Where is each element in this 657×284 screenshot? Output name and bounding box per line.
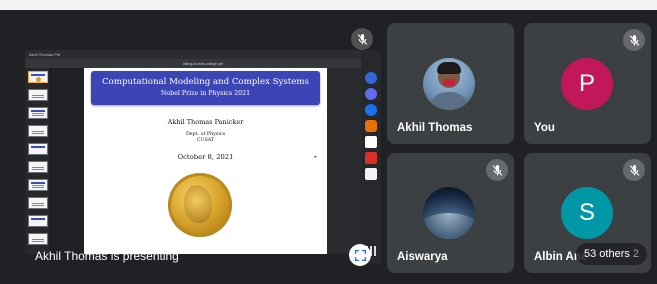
participant-photo bbox=[423, 58, 475, 110]
slide-thumbnail bbox=[28, 143, 48, 155]
slide-author: Akhil Thomas Panicker bbox=[167, 118, 244, 126]
slide-title: Computational Modeling and Complex Syste… bbox=[102, 77, 309, 87]
medal-portrait bbox=[184, 185, 212, 223]
participant-name: Akhil Thomas bbox=[397, 122, 473, 134]
pdf-filename: listing-thomas-college.pdf bbox=[183, 61, 223, 66]
slide-thumbnail bbox=[28, 215, 48, 227]
app-icon bbox=[365, 104, 377, 116]
slide-dept-line2: CUSAT bbox=[196, 138, 215, 143]
chrome-icon bbox=[365, 120, 377, 132]
slide-thumbnail bbox=[28, 179, 48, 191]
slide-thumbnail bbox=[28, 233, 48, 245]
app-sidebar bbox=[361, 50, 381, 264]
app-icon bbox=[365, 168, 377, 180]
avatar-letter: S bbox=[578, 199, 595, 226]
fullscreen-button[interactable] bbox=[349, 244, 371, 266]
app-icon bbox=[365, 72, 377, 84]
participant-name: Aiswarya bbox=[397, 251, 448, 263]
slide-thumbnail bbox=[28, 197, 48, 209]
participant-tile-aiswarya[interactable]: Aiswarya bbox=[387, 153, 514, 273]
slide-thumbnail bbox=[28, 71, 48, 83]
slide-thumbnails bbox=[25, 68, 51, 254]
avatar-letter: P bbox=[578, 70, 595, 97]
app-icon bbox=[365, 152, 377, 164]
slide-thumbnail bbox=[28, 107, 48, 119]
slide-department: Dept. of Physics CUSAT bbox=[84, 132, 327, 144]
participant-tile-you[interactable]: P You bbox=[524, 23, 651, 144]
app-icon bbox=[365, 88, 377, 100]
mic-off-icon bbox=[351, 28, 373, 50]
shared-window-titlebar: Akhil Thomas Pdf bbox=[25, 50, 381, 59]
viewer-margin bbox=[327, 68, 361, 254]
participant-tile-albin[interactable]: S Albin Ane 53 others 2 bbox=[524, 153, 651, 273]
mic-off-icon bbox=[623, 159, 645, 181]
participant-photo bbox=[423, 187, 475, 239]
mic-off-icon bbox=[623, 29, 645, 51]
mic-off-icon bbox=[486, 159, 508, 181]
fullscreen-icon bbox=[354, 249, 366, 261]
slide-thumbnail bbox=[28, 125, 48, 137]
avatar: S bbox=[561, 187, 613, 239]
pdf-toolbar: listing-thomas-college.pdf bbox=[25, 59, 381, 68]
others-count-label: 53 others bbox=[584, 248, 630, 260]
others-count-chip[interactable]: 53 others 2 bbox=[576, 243, 647, 265]
presenter-label: Akhil Thomas is presenting bbox=[35, 249, 179, 263]
pdf-tab-label: Akhil Thomas Pdf bbox=[29, 52, 61, 57]
shared-screen: Akhil Thomas Pdf listing-thomas-college.… bbox=[25, 50, 381, 264]
avatar: P bbox=[561, 58, 613, 110]
nobel-medal-image bbox=[168, 173, 232, 237]
slide-title-box: Computational Modeling and Complex Syste… bbox=[91, 71, 320, 105]
participant-name-tail: 2 bbox=[632, 248, 639, 260]
slide-subtitle: Nobel Prize in Physics 2021 bbox=[160, 90, 251, 97]
meeting-stage: Akhil Thomas Pdf listing-thomas-college.… bbox=[0, 0, 657, 284]
presentation-tile[interactable]: Akhil Thomas Pdf listing-thomas-college.… bbox=[25, 22, 381, 272]
participant-tile-akhil[interactable]: Akhil Thomas bbox=[387, 23, 514, 144]
app-icon bbox=[365, 136, 377, 148]
participant-name: You bbox=[534, 122, 555, 134]
slide-cursor-icon: ▸ bbox=[314, 154, 317, 160]
current-slide: Computational Modeling and Complex Syste… bbox=[84, 68, 327, 254]
slide-date: October 8, 2021 bbox=[177, 153, 234, 161]
slide-thumbnail bbox=[28, 89, 48, 101]
slide-thumbnail bbox=[28, 161, 48, 173]
